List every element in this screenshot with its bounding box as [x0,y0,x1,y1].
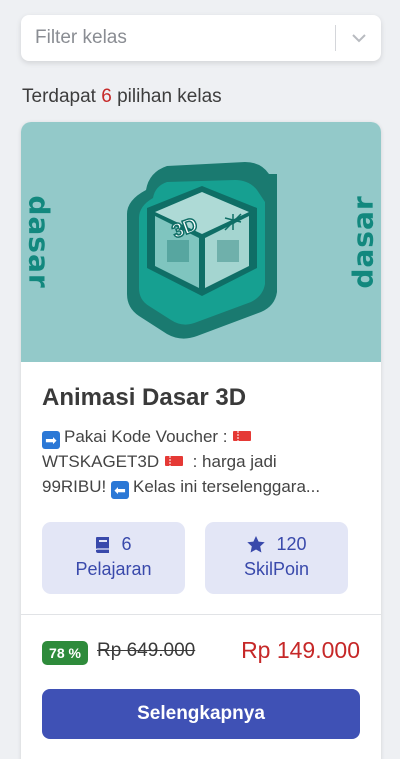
arrow-right-icon: ➡ [42,431,60,449]
stat-lessons-value: 6 [121,534,132,554]
new-price: Rp 149.000 [241,637,360,663]
ticket-icon [233,431,252,441]
course-description: ➡ Pakai Kode Voucher : WTSKAGET3D : harga… [42,424,360,499]
filter-select[interactable]: Filter kelas [21,15,381,61]
details-button[interactable]: Selengkapnya [42,689,360,739]
star-icon [247,536,266,553]
result-count-text: Terdapat 6 pilihan kelas [22,86,222,108]
chevron-down-icon[interactable] [336,15,381,61]
arrow-left-icon: ⬅ [110,481,129,499]
desc-line1: Pakai Kode Voucher : [64,427,228,446]
stat-lessons-label: Pelajaran [75,559,152,579]
desc-line4: Kelas ini terselenggara... [132,477,321,496]
card-divider [21,614,381,615]
ticket-icon [164,456,183,466]
stat-skillpoin: 120 SkilPoin [205,522,348,594]
cube-3d-icon: 3D [127,162,277,339]
count-number: 6 [101,86,112,107]
discount-badge: 78 % [42,641,88,665]
count-suffix: pilihan kelas [117,86,222,107]
voucher-code: WTSKAGET3D [42,452,160,471]
course-title[interactable]: Animasi Dasar 3D [42,384,246,412]
course-thumbnail[interactable]: dasar dasar 3D [21,122,381,362]
desc-line3: 99RIBU! [42,477,107,496]
stat-skillpoin-value: 120 [276,534,307,554]
desc-line2: : harga jadi [192,452,277,471]
count-prefix: Terdapat [22,86,96,107]
old-price: Rp 649.000 [97,640,196,661]
course-card[interactable]: dasar dasar 3D Animasi Dasar 3D ➡ Pakai K… [21,122,381,759]
book-icon [95,536,110,553]
filter-placeholder: Filter kelas [35,27,127,48]
stat-skillpoin-label: SkilPoin [243,559,310,579]
stat-lessons: 6 Pelajaran [42,522,185,594]
